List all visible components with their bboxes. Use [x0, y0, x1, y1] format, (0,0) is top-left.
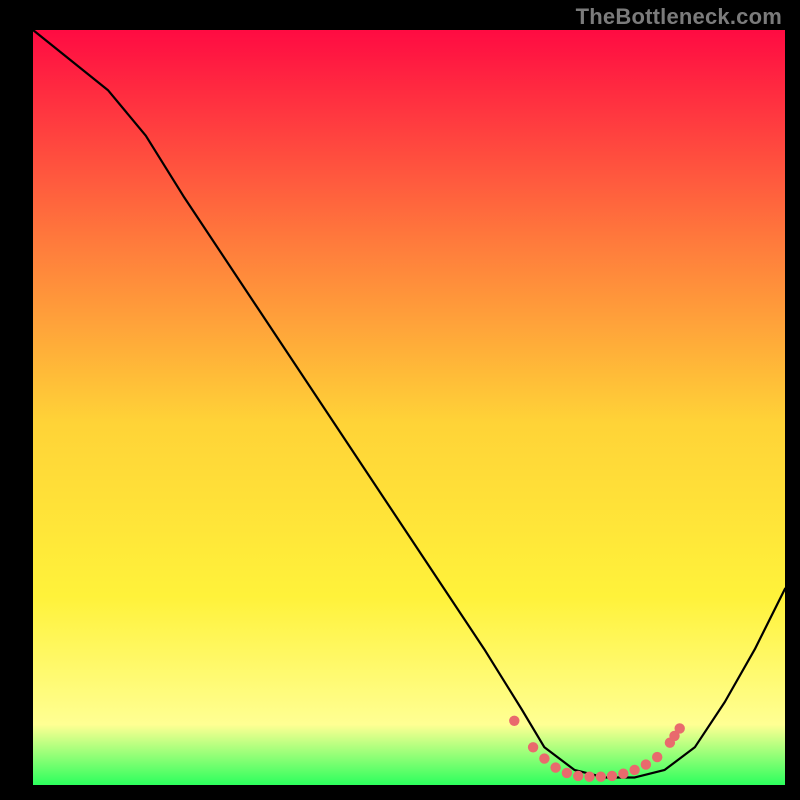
- optimal-dot: [629, 765, 639, 775]
- optimal-dot: [573, 771, 583, 781]
- optimal-dot: [584, 772, 594, 782]
- optimal-dot: [528, 742, 538, 752]
- optimal-dot: [618, 769, 628, 779]
- plot-area: [33, 30, 785, 785]
- optimal-dot: [509, 716, 519, 726]
- watermark-text: TheBottleneck.com: [576, 4, 782, 30]
- optimal-dot: [641, 759, 651, 769]
- bottleneck-chart: [0, 0, 800, 800]
- optimal-dot: [562, 768, 572, 778]
- optimal-dot: [550, 762, 560, 772]
- chart-frame: { "watermark": "TheBottleneck.com", "col…: [0, 0, 800, 800]
- optimal-dot: [652, 752, 662, 762]
- optimal-dot: [596, 772, 606, 782]
- optimal-dot: [675, 723, 685, 733]
- optimal-dot: [539, 753, 549, 763]
- optimal-dot: [607, 771, 617, 781]
